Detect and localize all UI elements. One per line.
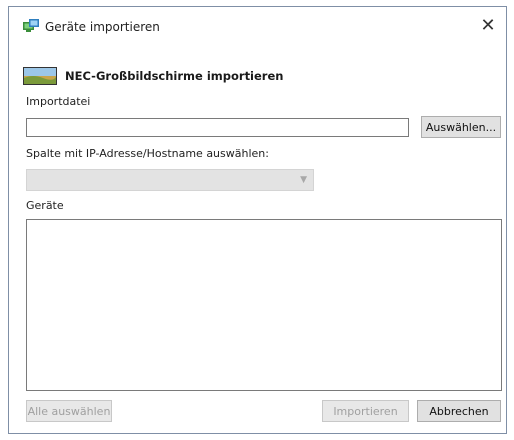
browse-button[interactable]: Auswählen... (421, 116, 501, 138)
chevron-down-icon: ▼ (300, 175, 307, 185)
select-all-button[interactable]: Alle auswählen (26, 400, 112, 422)
close-button[interactable]: ✕ (474, 13, 502, 37)
device-import-icon (23, 19, 39, 33)
close-icon: ✕ (480, 14, 496, 36)
window-title: Geräte importieren (45, 20, 160, 34)
cancel-button[interactable]: Abbrechen (417, 400, 501, 422)
import-button[interactable]: Importieren (322, 400, 409, 422)
import-file-label: Importdatei (26, 95, 91, 108)
import-file-input[interactable] (26, 118, 409, 137)
devices-list[interactable] (26, 219, 502, 391)
column-select-label: Spalte mit IP-Adresse/Hostname auswählen… (26, 147, 269, 160)
monitor-landscape-icon (23, 67, 57, 85)
title-bar: Geräte importieren ✕ (9, 7, 506, 41)
devices-label: Geräte (26, 199, 64, 212)
column-select[interactable]: ▼ (26, 169, 314, 191)
header-title: NEC-Großbildschirme importieren (65, 69, 284, 83)
import-devices-dialog: Geräte importieren ✕ NEC-Großbildschirme… (8, 6, 507, 434)
